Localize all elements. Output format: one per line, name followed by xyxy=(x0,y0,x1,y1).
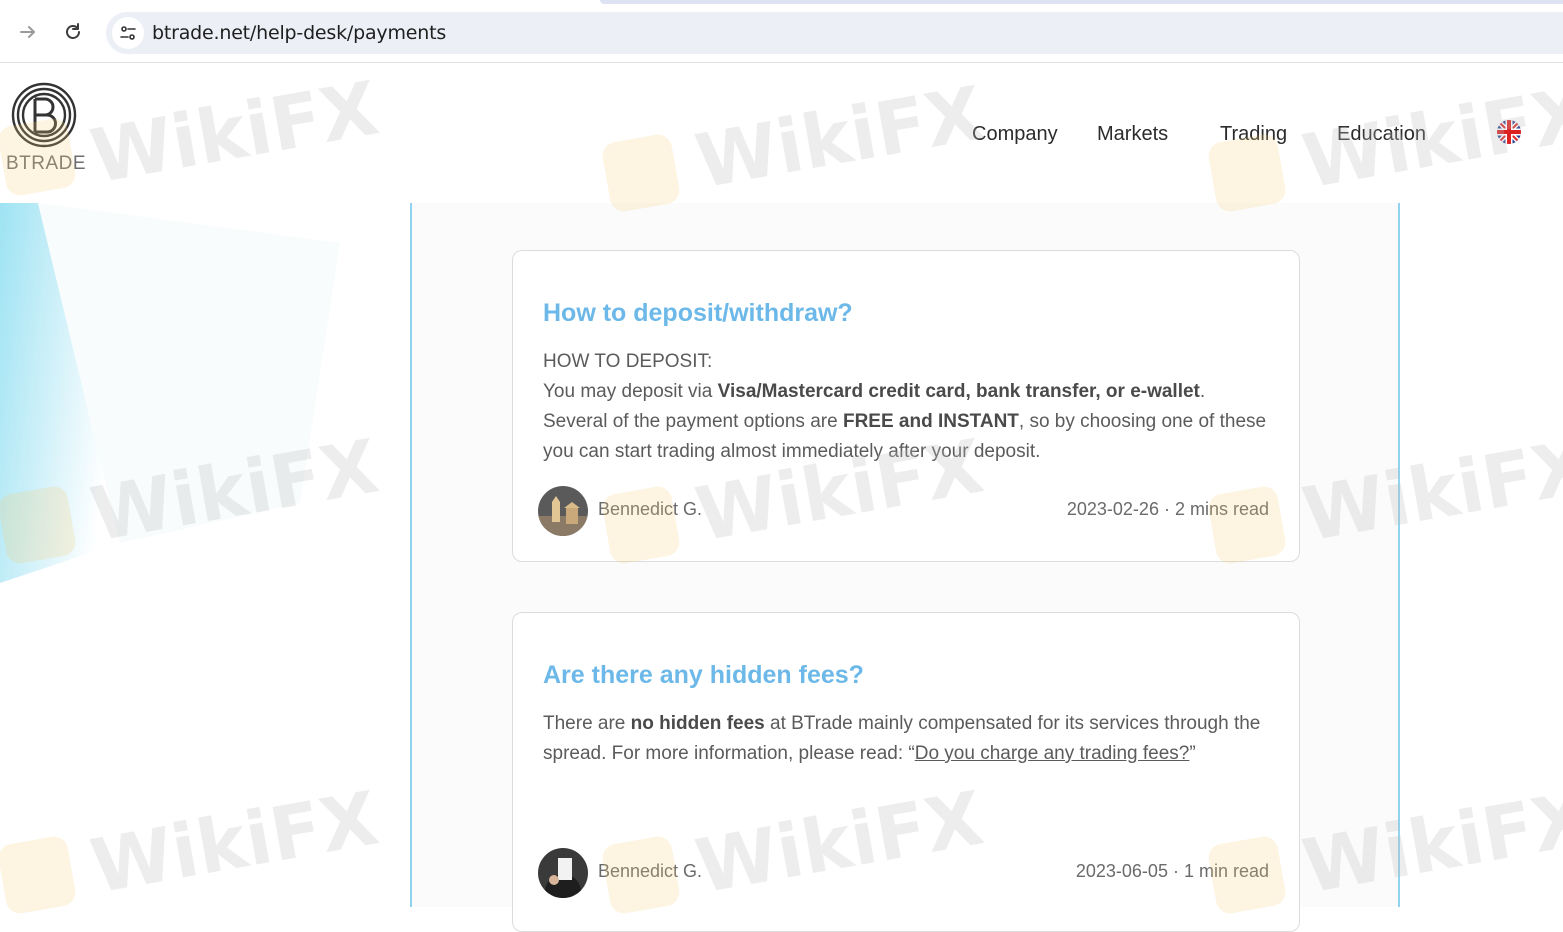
left-decoration xyxy=(0,203,412,907)
articles-column: How to deposit/withdraw? HOW TO DEPOSIT:… xyxy=(410,203,1400,932)
article-heading: HOW TO DEPOSIT: xyxy=(543,351,713,372)
author-name: Bennedict G. xyxy=(598,861,703,881)
article-meta: 2023-06-05 · 1 min read xyxy=(1075,861,1269,881)
article-title[interactable]: How to deposit/withdraw? xyxy=(543,299,853,328)
reload-icon[interactable] xyxy=(59,18,87,46)
browser-toolbar: btrade.net/help-desk/payments xyxy=(0,0,1563,63)
nav-trading[interactable]: Trading xyxy=(1220,123,1287,146)
article-paragraph: You may deposit via Visa/Mastercard cred… xyxy=(543,381,1206,402)
author-avatar xyxy=(538,486,588,536)
article-paragraph: Several of the payment options are FREE … xyxy=(543,411,1267,462)
nav-company[interactable]: Company xyxy=(972,123,1058,146)
nav-markets[interactable]: Markets xyxy=(1097,123,1168,146)
site-info-icon[interactable] xyxy=(112,17,144,49)
logo-text: BTRADE xyxy=(6,153,87,174)
article-excerpt: There are no hidden fees at BTrade mainl… xyxy=(543,713,1261,764)
btrade-logo[interactable]: BTRADE xyxy=(6,81,86,181)
author-avatar xyxy=(538,848,588,898)
article-card[interactable]: How to deposit/withdraw? HOW TO DEPOSIT:… xyxy=(512,250,1300,562)
uk-flag-icon[interactable] xyxy=(1497,120,1521,144)
url-text[interactable]: btrade.net/help-desk/payments xyxy=(152,22,446,44)
article-card[interactable]: Are there any hidden fees? There are no … xyxy=(512,612,1300,932)
article-title[interactable]: Are there any hidden fees? xyxy=(543,661,864,690)
nav-education[interactable]: Education xyxy=(1337,123,1426,146)
article-excerpt: HOW TO DEPOSIT: You may deposit via Visa… xyxy=(543,347,1278,467)
forward-icon[interactable] xyxy=(14,18,42,46)
logo-mark-icon xyxy=(11,82,77,148)
tab-strip xyxy=(600,0,1563,4)
author-name: Bennedict G. xyxy=(598,499,703,519)
article-meta: 2023-02-26 · 2 mins read xyxy=(1066,499,1269,519)
trading-fees-link[interactable]: Do you charge any trading fees? xyxy=(915,743,1190,764)
address-bar[interactable]: btrade.net/help-desk/payments xyxy=(106,12,1563,54)
site-header: BTRADE Company Markets Trading Education xyxy=(0,63,1563,203)
